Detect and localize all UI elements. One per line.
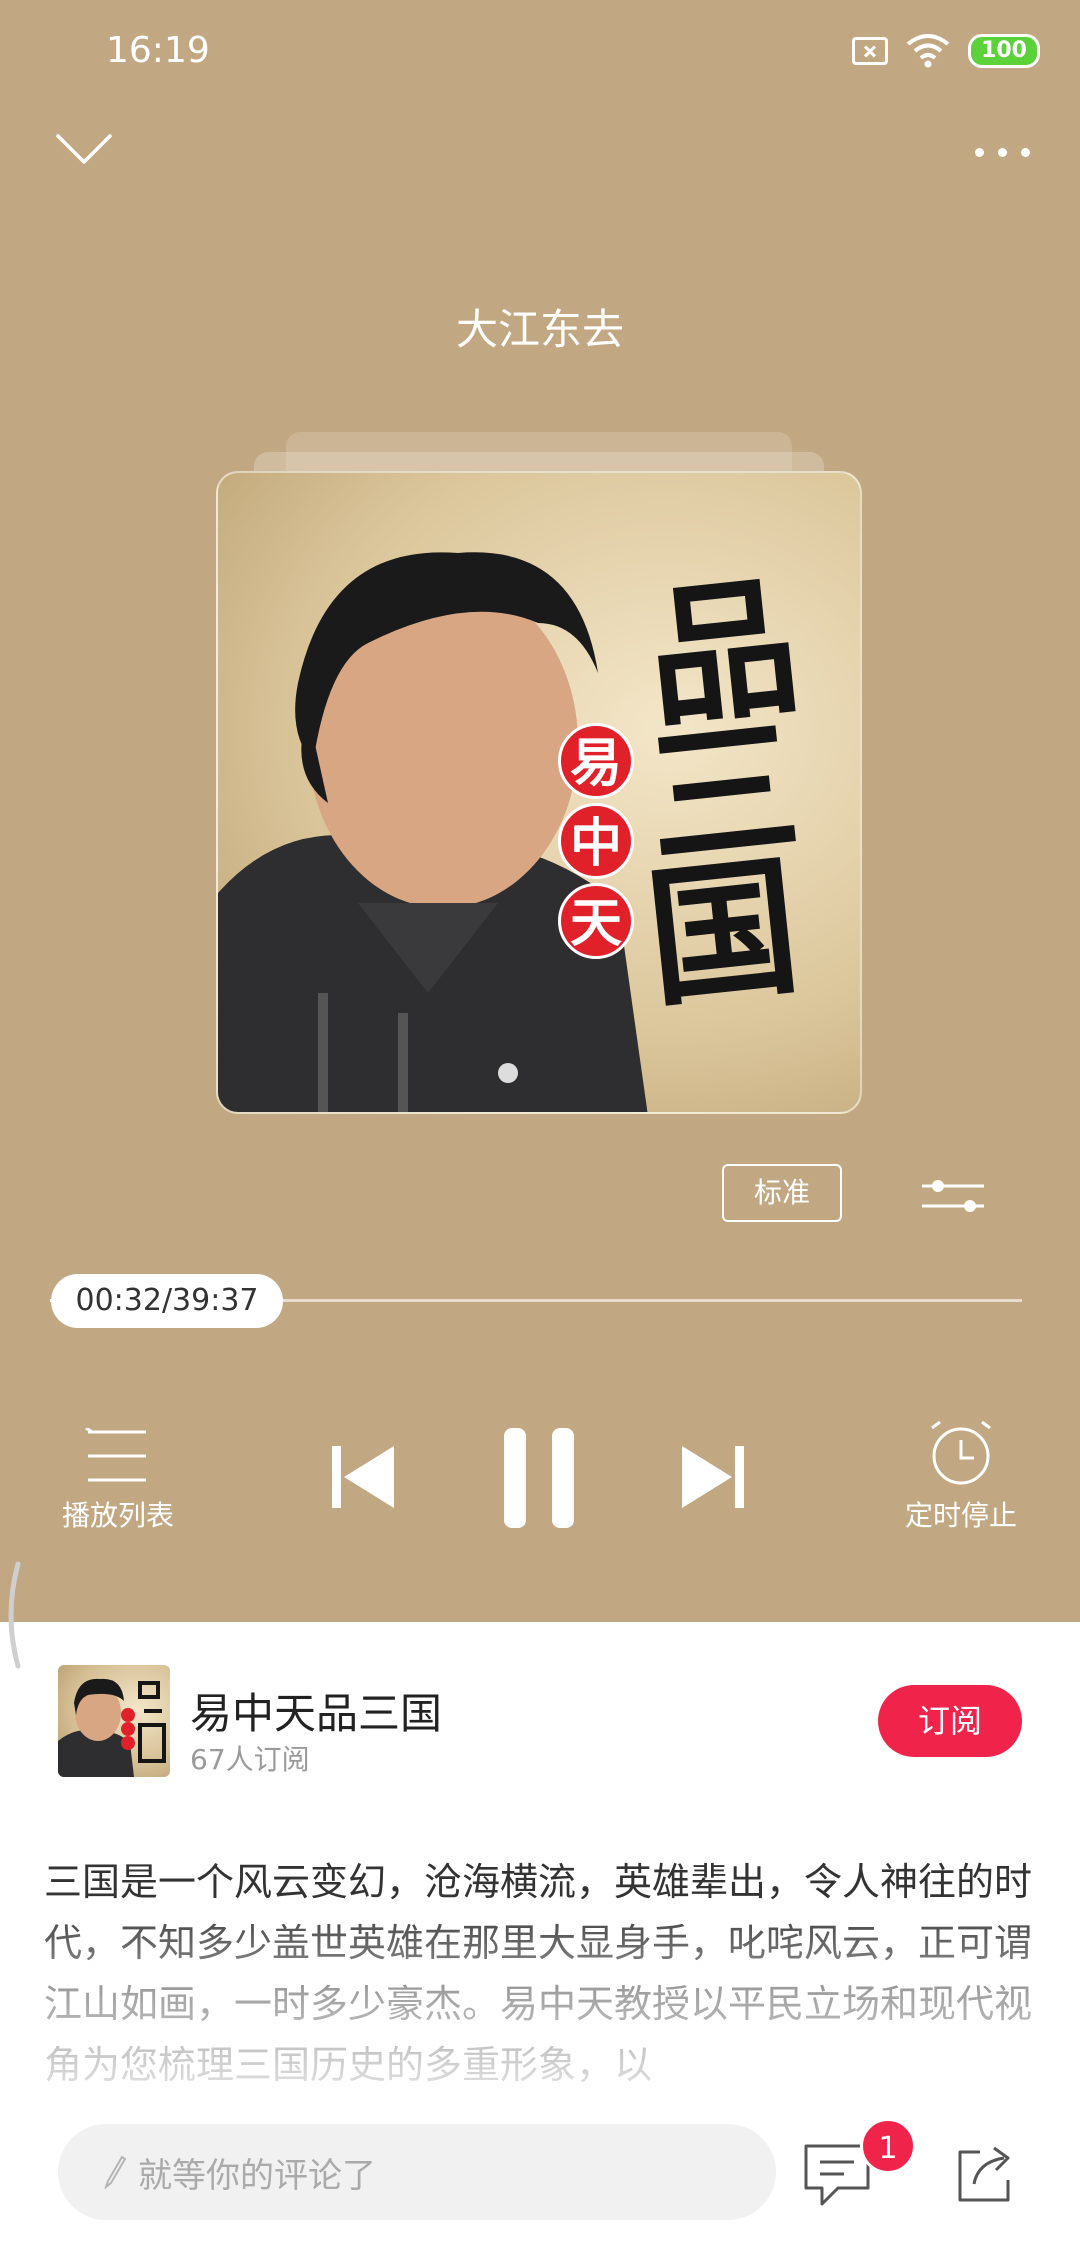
comment-input[interactable]: 就等你的评论了	[58, 2124, 776, 2220]
description-fade	[0, 1900, 1080, 2090]
previous-track-icon[interactable]	[330, 1444, 396, 1510]
track-title: 大江东去	[455, 305, 624, 354]
equalizer-icon[interactable]	[920, 1174, 986, 1218]
album-thumbnail-art	[58, 1678, 166, 1777]
side-swipe-handle[interactable]	[4, 1560, 26, 1670]
chevron-down-icon[interactable]	[54, 130, 114, 170]
pause-icon[interactable]	[502, 1426, 576, 1530]
status-time: 16:19	[106, 30, 210, 71]
subscribe-button[interactable]: 订阅	[878, 1685, 1022, 1757]
comment-placeholder: 就等你的评论了	[138, 2155, 376, 2196]
quality-button[interactable]: 标准	[722, 1164, 842, 1222]
cover-seal-char: 天	[558, 883, 634, 959]
cover-seal-char: 易	[558, 723, 634, 799]
status-icons: 100	[852, 34, 1040, 68]
playlist-label[interactable]: 播放列表	[52, 1494, 184, 1534]
cover-seal-char: 中	[558, 803, 634, 879]
cover-calligraphy: 品 三 国	[639, 558, 807, 1029]
comment-count-badge: 1	[860, 2118, 916, 2174]
sleep-timer-label[interactable]: 定时停止	[898, 1494, 1024, 1534]
subscriber-count: 67人订阅	[190, 1743, 310, 1776]
pen-icon	[104, 2155, 127, 2189]
cover-calligraphy-char: 国	[639, 837, 807, 1029]
playlist-icon[interactable]	[84, 1428, 150, 1484]
next-track-icon[interactable]	[680, 1444, 746, 1510]
cover-seal: 易 中 天	[558, 723, 634, 959]
progress-time[interactable]: 00:32/39:37	[51, 1274, 283, 1328]
album-thumbnail[interactable]	[58, 1665, 170, 1777]
player-panel: 16:19 100 大江东去 易 中 天 品 三 国 标准 00:32/39:3…	[0, 0, 1080, 1622]
battery-indicator: 100	[968, 34, 1040, 68]
more-options-icon[interactable]	[975, 148, 1030, 157]
alarm-clock-icon[interactable]	[926, 1418, 996, 1486]
album-name[interactable]: 易中天品三国	[190, 1680, 442, 1741]
share-icon[interactable]	[954, 2142, 1016, 2204]
no-sim-icon	[852, 37, 889, 65]
album-cover: 易 中 天 品 三 国	[216, 471, 862, 1114]
wifi-icon	[906, 34, 950, 68]
